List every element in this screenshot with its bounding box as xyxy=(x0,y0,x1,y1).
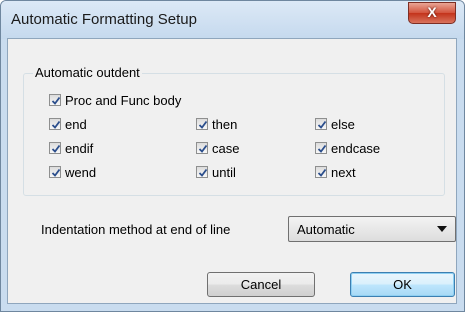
checkbox-label: then xyxy=(212,116,238,132)
checkmark-icon xyxy=(49,166,61,178)
checkbox-label: Proc and Func body xyxy=(65,92,182,108)
close-icon: X xyxy=(427,4,437,20)
checkbox-wend[interactable]: wend xyxy=(49,164,96,180)
checkbox-label: else xyxy=(331,116,355,132)
window-title: Automatic Formatting Setup xyxy=(11,11,197,28)
checkbox-until[interactable]: until xyxy=(196,164,236,180)
checkbox-then[interactable]: then xyxy=(196,116,237,132)
checkmark-icon xyxy=(196,166,208,178)
checkmark-icon xyxy=(49,142,61,154)
checkmark-icon xyxy=(315,166,327,178)
checkbox-case[interactable]: case xyxy=(196,140,239,156)
checkbox-label: wend xyxy=(65,164,97,180)
title-bar: Automatic Formatting Setup X xyxy=(1,1,464,39)
checkbox-label: next xyxy=(331,164,356,180)
group-title: Automatic outdent xyxy=(33,65,142,80)
checkbox-endcase[interactable]: endcase xyxy=(315,140,380,156)
checkmark-icon xyxy=(315,118,327,130)
ok-button[interactable]: OK xyxy=(350,272,455,297)
checkmark-icon xyxy=(49,94,61,106)
checkbox-end[interactable]: end xyxy=(49,116,87,132)
checkbox-else[interactable]: else xyxy=(315,116,355,132)
checkbox-next[interactable]: next xyxy=(315,164,356,180)
dropdown-selected-value: Automatic xyxy=(297,222,355,237)
checkmark-icon xyxy=(315,142,327,154)
cancel-button[interactable]: Cancel xyxy=(207,272,315,297)
checkbox-label: endcase xyxy=(331,140,381,156)
dropdown-arrow-icon xyxy=(437,226,447,232)
checkmark-icon xyxy=(196,118,208,130)
checkbox-label: endif xyxy=(65,140,94,156)
close-button[interactable]: X xyxy=(408,2,456,24)
indentation-method-dropdown[interactable]: Automatic xyxy=(288,216,456,242)
checkbox-label: until xyxy=(212,164,236,180)
checkbox-label: case xyxy=(212,140,240,156)
checkmark-icon xyxy=(196,142,208,154)
indentation-method-label: Indentation method at end of line xyxy=(41,222,231,237)
checkbox-proc-func-body[interactable]: Proc and Func body xyxy=(49,92,181,108)
checkmark-icon xyxy=(49,118,61,130)
dialog-client-area: Automatic outdent Proc and Func body end… xyxy=(7,38,457,304)
checkbox-label: end xyxy=(65,116,87,132)
checkbox-endif[interactable]: endif xyxy=(49,140,93,156)
